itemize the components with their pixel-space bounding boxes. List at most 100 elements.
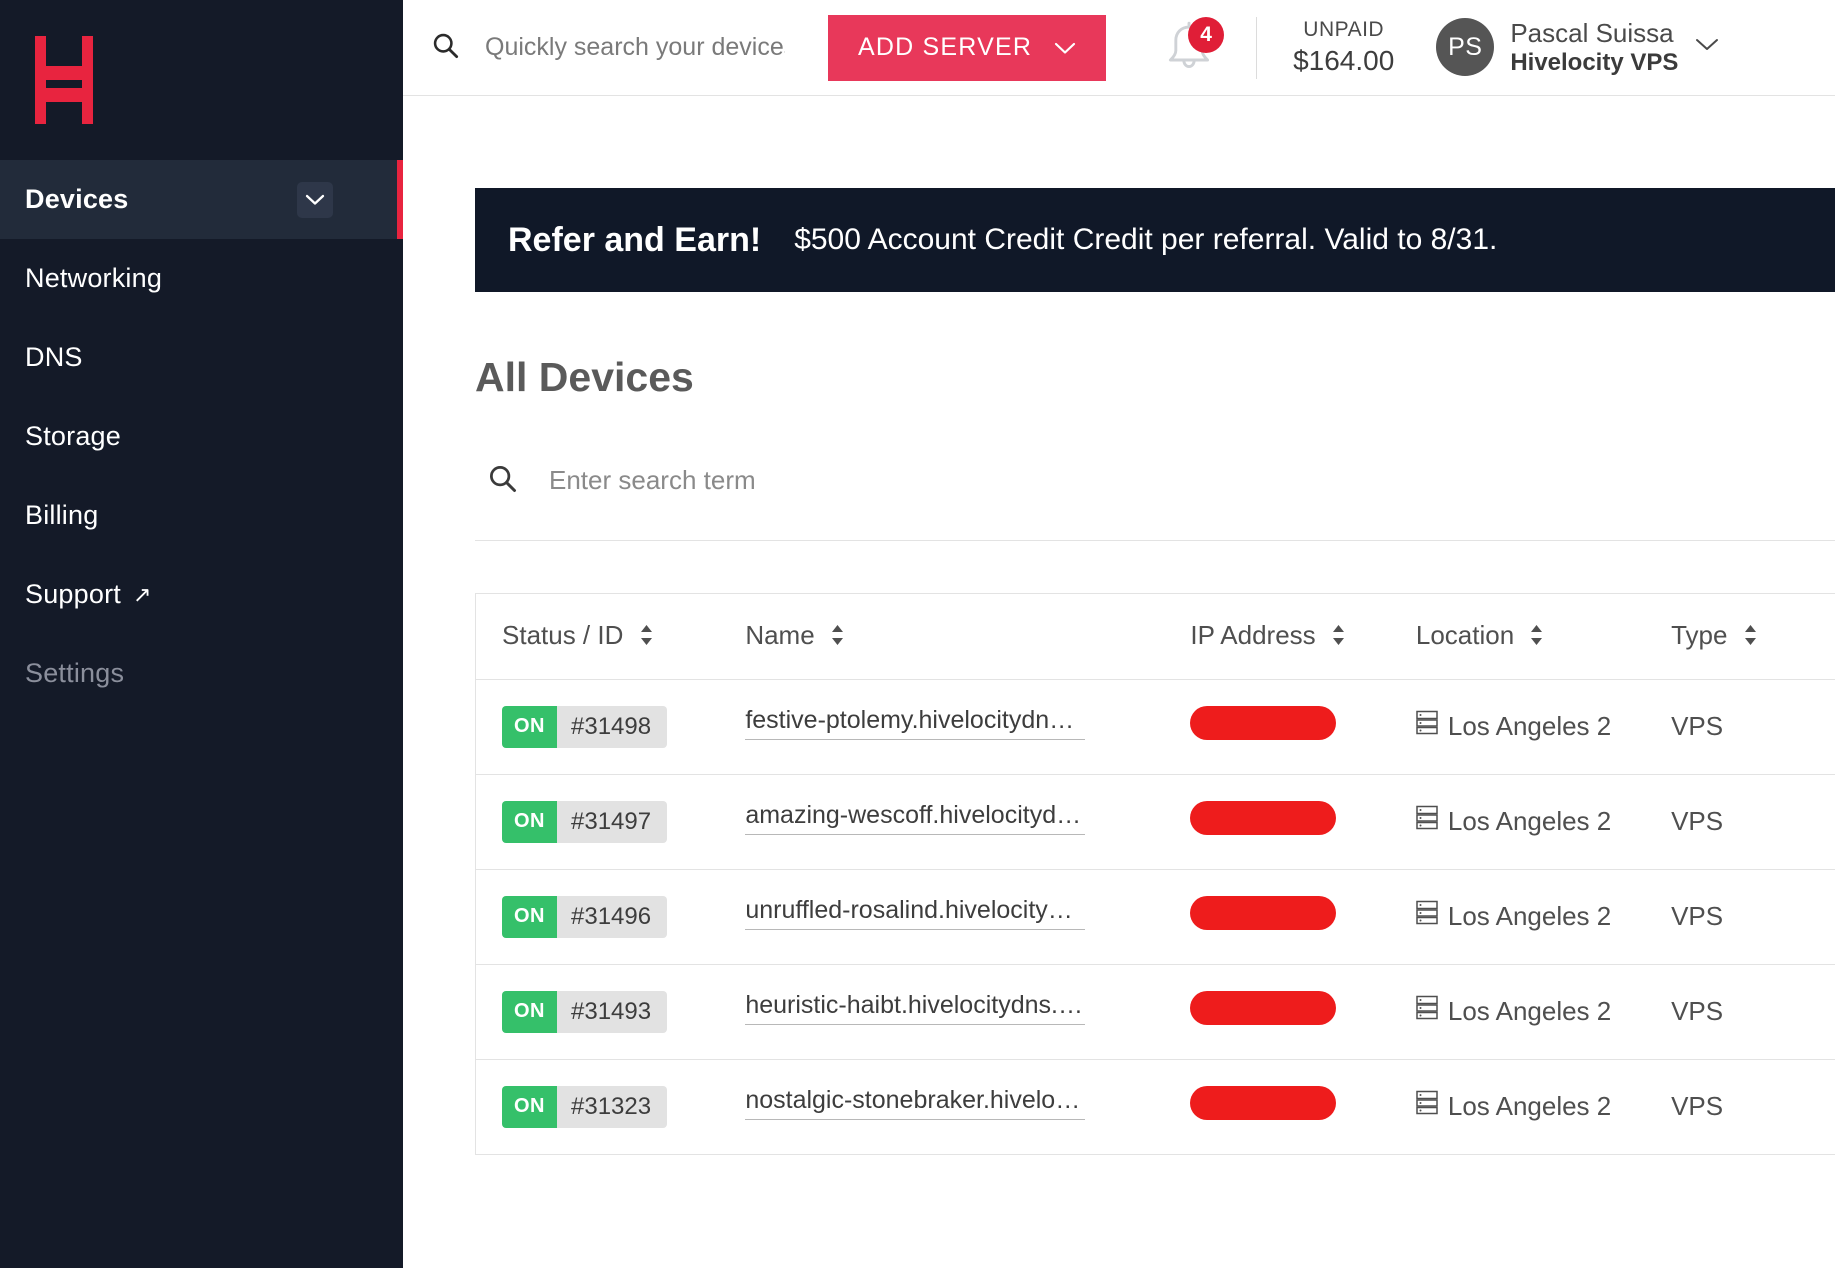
sort-icon[interactable] (640, 622, 653, 653)
external-link-icon: ↗ (133, 584, 152, 606)
add-server-label: ADD SERVER (858, 33, 1032, 62)
location-label: Los Angeles 2 (1448, 806, 1611, 837)
table-head: Status / ID Name IP Addres (476, 594, 1835, 679)
profile-text: Pascal Suissa Hivelocity VPS (1510, 18, 1678, 78)
sidebar-item-settings[interactable]: Settings (0, 634, 403, 713)
cell-location: Los Angeles 2 (1390, 679, 1645, 774)
table-row[interactable]: ON #31497 amazing-wescoff.hivelocitydns.… (476, 774, 1835, 869)
banner-title: Refer and Earn! (508, 221, 761, 260)
search-icon (487, 463, 517, 498)
device-id: #31498 (557, 706, 667, 748)
device-search-input[interactable] (549, 465, 949, 496)
avatar: PS (1436, 18, 1494, 76)
cell-type: VPS (1645, 869, 1835, 964)
status-state: ON (502, 706, 557, 748)
column-label: Status / ID (502, 620, 623, 650)
devices-table: Status / ID Name IP Addres (476, 594, 1835, 1155)
cell-location: Los Angeles 2 (1390, 869, 1645, 964)
ip-address-redaction (1190, 896, 1336, 930)
search-icon (431, 31, 459, 64)
status-badge: ON #31323 (502, 1086, 667, 1128)
table-row[interactable]: ON #31498 festive-ptolemy.hivelocitydns.… (476, 679, 1835, 774)
notifications-button[interactable]: 4 (1158, 17, 1220, 79)
sidebar-item-billing[interactable]: Billing (0, 476, 403, 555)
status-state: ON (502, 801, 557, 843)
column-header-location[interactable]: Location (1390, 594, 1645, 679)
column-header-type[interactable]: Type (1645, 594, 1835, 679)
device-id: #31496 (557, 896, 667, 938)
sidebar-item-devices[interactable]: Devices (0, 160, 403, 239)
chevron-down-icon[interactable] (1694, 37, 1720, 57)
sort-icon[interactable] (1332, 622, 1345, 653)
header-divider (1256, 17, 1257, 79)
top-header: ADD SERVER 4 U (403, 0, 1835, 96)
page-title: All Devices (475, 354, 1835, 401)
device-name-link[interactable]: nostalgic-stonebraker.hivelocityd... (745, 1086, 1085, 1120)
sidebar-item-label: Support (25, 579, 121, 610)
table-row[interactable]: ON #31323 nostalgic-stonebraker.hiveloci… (476, 1059, 1835, 1154)
cell-status-id: ON #31497 (476, 774, 719, 869)
cell-status-id: ON #31323 (476, 1059, 719, 1154)
sidebar-item-label: Devices (25, 184, 128, 215)
cell-location: Los Angeles 2 (1390, 964, 1645, 1059)
server-rack-icon (1416, 710, 1438, 743)
cell-ip-address (1164, 1059, 1390, 1154)
status-state: ON (502, 896, 557, 938)
server-rack-icon (1416, 900, 1438, 933)
table-header-row: Status / ID Name IP Addres (476, 594, 1835, 679)
sidebar-item-support[interactable]: Support ↗ (0, 555, 403, 634)
app-root: Devices Networking DNS Storage Billing (0, 0, 1835, 1268)
sidebar-item-dns[interactable]: DNS (0, 318, 403, 397)
bell-icon (1158, 66, 1220, 83)
device-id: #31323 (557, 1086, 667, 1128)
cell-type: VPS (1645, 964, 1835, 1059)
server-rack-icon (1416, 995, 1438, 1028)
cell-type: VPS (1645, 679, 1835, 774)
device-name-link[interactable]: festive-ptolemy.hivelocitydns.com (745, 706, 1085, 740)
hivelocity-logo-icon[interactable] (18, 36, 108, 124)
user-profile-menu[interactable]: PS Pascal Suissa Hivelocity VPS (1436, 18, 1732, 78)
refer-and-earn-banner[interactable]: Refer and Earn! $500 Account Credit Cred… (475, 188, 1835, 292)
sort-icon[interactable] (831, 622, 844, 653)
unpaid-balance[interactable]: UNPAID $164.00 (1293, 17, 1394, 78)
ip-address-redaction (1190, 801, 1336, 835)
cell-ip-address (1164, 869, 1390, 964)
sidebar-item-label: Settings (25, 658, 124, 689)
chevron-down-icon[interactable] (297, 182, 333, 218)
table-row[interactable]: ON #31496 unruffled-rosalind.hivelocityd… (476, 869, 1835, 964)
cell-name: festive-ptolemy.hivelocitydns.com (719, 679, 1164, 774)
status-badge: ON #31498 (502, 706, 667, 748)
device-search[interactable] (475, 463, 1835, 541)
ip-address-redaction (1190, 1086, 1336, 1120)
location-label: Los Angeles 2 (1448, 901, 1611, 932)
sidebar: Devices Networking DNS Storage Billing (0, 0, 403, 1268)
device-name-link[interactable]: heuristic-haibt.hivelocitydns.com (745, 991, 1085, 1025)
column-header-ip-address[interactable]: IP Address (1164, 594, 1390, 679)
global-search-input[interactable] (485, 33, 785, 62)
sort-icon[interactable] (1530, 622, 1543, 653)
cell-ip-address (1164, 964, 1390, 1059)
status-badge: ON #31496 (502, 896, 667, 938)
sort-icon[interactable] (1744, 622, 1757, 653)
ip-address-redaction (1190, 991, 1336, 1025)
table-row[interactable]: ON #31493 heuristic-haibt.hivelocitydns.… (476, 964, 1835, 1059)
status-badge: ON #31493 (502, 991, 667, 1033)
notification-count-badge: 4 (1188, 17, 1224, 53)
add-server-button[interactable]: ADD SERVER (828, 15, 1106, 81)
column-label: Location (1416, 620, 1514, 650)
cell-ip-address (1164, 679, 1390, 774)
column-header-status-id[interactable]: Status / ID (476, 594, 719, 679)
sidebar-item-label: DNS (25, 342, 83, 373)
sidebar-item-networking[interactable]: Networking (0, 239, 403, 318)
column-label: IP Address (1190, 620, 1315, 650)
column-header-name[interactable]: Name (719, 594, 1164, 679)
location-label: Los Angeles 2 (1448, 996, 1611, 1027)
device-name-link[interactable]: amazing-wescoff.hivelocitydns.com (745, 801, 1085, 835)
sidebar-item-storage[interactable]: Storage (0, 397, 403, 476)
global-search[interactable] (411, 31, 826, 64)
cell-location: Los Angeles 2 (1390, 1059, 1645, 1154)
device-name-link[interactable]: unruffled-rosalind.hivelocitydns.c... (745, 896, 1085, 930)
column-label: Type (1671, 620, 1727, 650)
status-state: ON (502, 1086, 557, 1128)
column-label: Name (745, 620, 814, 650)
